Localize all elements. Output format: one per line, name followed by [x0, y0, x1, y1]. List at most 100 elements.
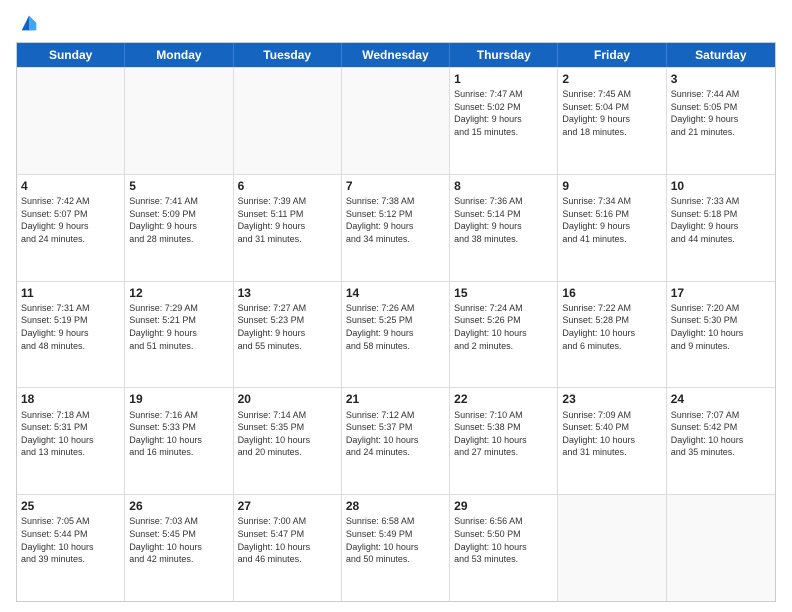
day-info: Sunrise: 7:44 AM Sunset: 5:05 PM Dayligh…: [671, 88, 771, 138]
day-info: Sunrise: 6:58 AM Sunset: 5:49 PM Dayligh…: [346, 515, 445, 565]
day-number: 20: [238, 391, 337, 407]
calendar-row-2: 4Sunrise: 7:42 AM Sunset: 5:07 PM Daylig…: [17, 174, 775, 281]
empty-cell: [667, 495, 775, 601]
day-cell-21: 21 Sunrise: 7:12 AM Sunset: 5:37 PM Dayli…: [342, 388, 450, 494]
day-cell-26: 26Sunrise: 7:03 AM Sunset: 5:45 PM Dayli…: [125, 495, 233, 601]
day-info: Sunrise: 7:10 AM Sunset: 5:38 PM Dayligh…: [454, 409, 553, 459]
calendar: SundayMondayTuesdayWednesdayThursdayFrid…: [16, 42, 776, 602]
day-number: 24: [671, 391, 771, 407]
day-info: Sunrise: 7:22 AM Sunset: 5:28 PM Dayligh…: [562, 302, 661, 352]
day-number: 14: [346, 285, 445, 301]
header-day-thursday: Thursday: [450, 43, 558, 67]
day-cell-14: 14Sunrise: 7:26 AM Sunset: 5:25 PM Dayli…: [342, 282, 450, 388]
day-info: Sunrise: 7:42 AM Sunset: 5:07 PM Dayligh…: [21, 195, 120, 245]
day-number: 7: [346, 178, 445, 194]
calendar-body: 1Sunrise: 7:47 AM Sunset: 5:02 PM Daylig…: [17, 67, 775, 601]
day-info: Sunrise: 7:14 AM Sunset: 5:35 PM Dayligh…: [238, 409, 337, 459]
day-cell-11: 11Sunrise: 7:31 AM Sunset: 5:19 PM Dayli…: [17, 282, 125, 388]
day-cell-23: 23 Sunrise: 7:09 AM Sunset: 5:40 PM Dayli…: [558, 388, 666, 494]
day-info: Sunrise: 7:24 AM Sunset: 5:26 PM Dayligh…: [454, 302, 553, 352]
day-info: Sunrise: 7:05 AM Sunset: 5:44 PM Dayligh…: [21, 515, 120, 565]
day-info: Sunrise: 7:29 AM Sunset: 5:21 PM Dayligh…: [129, 302, 228, 352]
day-info: Sunrise: 7:12 AM Sunset: 5:37 PM Dayligh…: [346, 409, 445, 459]
day-number: 19: [129, 391, 228, 407]
day-cell-3: 3Sunrise: 7:44 AM Sunset: 5:05 PM Daylig…: [667, 68, 775, 174]
calendar-row-4: 18 Sunrise: 7:18 AM Sunset: 5:31 PM Dayli…: [17, 387, 775, 494]
day-number: 28: [346, 498, 445, 514]
page: SundayMondayTuesdayWednesdayThursdayFrid…: [0, 0, 792, 612]
day-number: 5: [129, 178, 228, 194]
day-cell-18: 18 Sunrise: 7:18 AM Sunset: 5:31 PM Dayli…: [17, 388, 125, 494]
day-info: Sunrise: 7:20 AM Sunset: 5:30 PM Dayligh…: [671, 302, 771, 352]
day-number: 8: [454, 178, 553, 194]
day-number: 11: [21, 285, 120, 301]
day-number: 10: [671, 178, 771, 194]
day-info: Sunrise: 7:47 AM Sunset: 5:02 PM Dayligh…: [454, 88, 553, 138]
day-info: Sunrise: 7:03 AM Sunset: 5:45 PM Dayligh…: [129, 515, 228, 565]
day-number: 18: [21, 391, 120, 407]
day-number: 23: [562, 391, 661, 407]
logo-icon: [18, 12, 40, 34]
day-info: Sunrise: 7:00 AM Sunset: 5:47 PM Dayligh…: [238, 515, 337, 565]
empty-cell: [558, 495, 666, 601]
day-number: 9: [562, 178, 661, 194]
day-info: Sunrise: 7:16 AM Sunset: 5:33 PM Dayligh…: [129, 409, 228, 459]
logo: [16, 12, 40, 34]
empty-cell: [234, 68, 342, 174]
day-number: 3: [671, 71, 771, 87]
day-cell-7: 7Sunrise: 7:38 AM Sunset: 5:12 PM Daylig…: [342, 175, 450, 281]
day-cell-5: 5Sunrise: 7:41 AM Sunset: 5:09 PM Daylig…: [125, 175, 233, 281]
day-cell-13: 13Sunrise: 7:27 AM Sunset: 5:23 PM Dayli…: [234, 282, 342, 388]
empty-cell: [17, 68, 125, 174]
day-number: 17: [671, 285, 771, 301]
day-cell-28: 28Sunrise: 6:58 AM Sunset: 5:49 PM Dayli…: [342, 495, 450, 601]
header-day-saturday: Saturday: [667, 43, 775, 67]
day-number: 15: [454, 285, 553, 301]
calendar-row-5: 25Sunrise: 7:05 AM Sunset: 5:44 PM Dayli…: [17, 494, 775, 601]
day-number: 13: [238, 285, 337, 301]
day-info: Sunrise: 7:18 AM Sunset: 5:31 PM Dayligh…: [21, 409, 120, 459]
header-day-sunday: Sunday: [17, 43, 125, 67]
day-cell-10: 10Sunrise: 7:33 AM Sunset: 5:18 PM Dayli…: [667, 175, 775, 281]
day-info: Sunrise: 7:36 AM Sunset: 5:14 PM Dayligh…: [454, 195, 553, 245]
day-cell-8: 8Sunrise: 7:36 AM Sunset: 5:14 PM Daylig…: [450, 175, 558, 281]
day-info: Sunrise: 7:33 AM Sunset: 5:18 PM Dayligh…: [671, 195, 771, 245]
day-cell-19: 19 Sunrise: 7:16 AM Sunset: 5:33 PM Dayli…: [125, 388, 233, 494]
day-cell-17: 17Sunrise: 7:20 AM Sunset: 5:30 PM Dayli…: [667, 282, 775, 388]
day-cell-24: 24 Sunrise: 7:07 AM Sunset: 5:42 PM Dayli…: [667, 388, 775, 494]
day-number: 1: [454, 71, 553, 87]
header-day-tuesday: Tuesday: [234, 43, 342, 67]
header-day-monday: Monday: [125, 43, 233, 67]
day-number: 4: [21, 178, 120, 194]
day-info: Sunrise: 7:07 AM Sunset: 5:42 PM Dayligh…: [671, 409, 771, 459]
day-number: 29: [454, 498, 553, 514]
calendar-row-3: 11Sunrise: 7:31 AM Sunset: 5:19 PM Dayli…: [17, 281, 775, 388]
day-cell-20: 20 Sunrise: 7:14 AM Sunset: 5:35 PM Dayli…: [234, 388, 342, 494]
day-number: 27: [238, 498, 337, 514]
day-info: Sunrise: 6:56 AM Sunset: 5:50 PM Dayligh…: [454, 515, 553, 565]
day-info: Sunrise: 7:38 AM Sunset: 5:12 PM Dayligh…: [346, 195, 445, 245]
day-cell-16: 16Sunrise: 7:22 AM Sunset: 5:28 PM Dayli…: [558, 282, 666, 388]
empty-cell: [125, 68, 233, 174]
day-number: 26: [129, 498, 228, 514]
day-info: Sunrise: 7:45 AM Sunset: 5:04 PM Dayligh…: [562, 88, 661, 138]
day-number: 6: [238, 178, 337, 194]
empty-cell: [342, 68, 450, 174]
day-cell-9: 9Sunrise: 7:34 AM Sunset: 5:16 PM Daylig…: [558, 175, 666, 281]
calendar-row-1: 1Sunrise: 7:47 AM Sunset: 5:02 PM Daylig…: [17, 67, 775, 174]
header-day-wednesday: Wednesday: [342, 43, 450, 67]
day-number: 16: [562, 285, 661, 301]
day-cell-12: 12Sunrise: 7:29 AM Sunset: 5:21 PM Dayli…: [125, 282, 233, 388]
day-cell-15: 15Sunrise: 7:24 AM Sunset: 5:26 PM Dayli…: [450, 282, 558, 388]
day-cell-29: 29Sunrise: 6:56 AM Sunset: 5:50 PM Dayli…: [450, 495, 558, 601]
day-cell-2: 2Sunrise: 7:45 AM Sunset: 5:04 PM Daylig…: [558, 68, 666, 174]
day-number: 12: [129, 285, 228, 301]
day-cell-4: 4Sunrise: 7:42 AM Sunset: 5:07 PM Daylig…: [17, 175, 125, 281]
day-number: 25: [21, 498, 120, 514]
header: [16, 12, 776, 34]
day-info: Sunrise: 7:09 AM Sunset: 5:40 PM Dayligh…: [562, 409, 661, 459]
day-cell-22: 22Sunrise: 7:10 AM Sunset: 5:38 PM Dayli…: [450, 388, 558, 494]
day-cell-6: 6Sunrise: 7:39 AM Sunset: 5:11 PM Daylig…: [234, 175, 342, 281]
day-number: 21: [346, 391, 445, 407]
day-info: Sunrise: 7:27 AM Sunset: 5:23 PM Dayligh…: [238, 302, 337, 352]
